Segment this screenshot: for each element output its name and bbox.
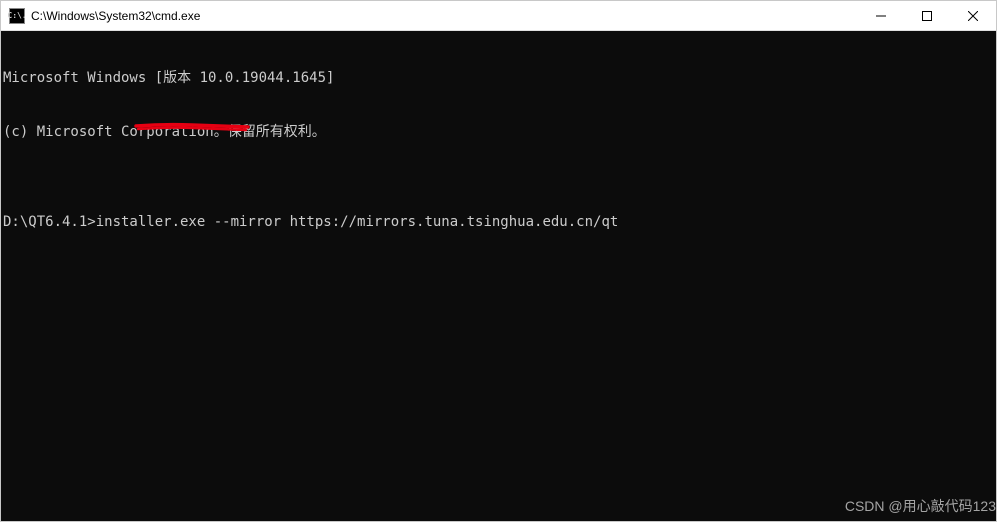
terminal-command: installer.exe --mirror https://mirrors.t… <box>96 214 619 230</box>
cmd-icon: C:\. <box>9 8 25 24</box>
terminal-prompt: D:\QT6.4.1> <box>3 214 96 230</box>
close-icon <box>968 11 978 21</box>
minimize-icon <box>876 11 886 21</box>
window-title: C:\Windows\System32\cmd.exe <box>31 9 200 23</box>
maximize-button[interactable] <box>904 1 950 30</box>
titlebar[interactable]: C:\. C:\Windows\System32\cmd.exe <box>1 1 996 31</box>
terminal-line-copyright: (c) Microsoft Corporation。保留所有权利。 <box>3 123 996 141</box>
window-controls <box>858 1 996 30</box>
maximize-icon <box>922 11 932 21</box>
close-button[interactable] <box>950 1 996 30</box>
minimize-button[interactable] <box>858 1 904 30</box>
terminal-area[interactable]: Microsoft Windows [版本 10.0.19044.1645] (… <box>1 31 996 521</box>
red-underline-annotation <box>83 101 199 111</box>
terminal-line-version: Microsoft Windows [版本 10.0.19044.1645] <box>3 69 996 87</box>
titlebar-left: C:\. C:\Windows\System32\cmd.exe <box>1 8 200 24</box>
cmd-window: C:\. C:\Windows\System32\cmd.exe Microso… <box>0 0 997 522</box>
terminal-command-line: D:\QT6.4.1>installer.exe --mirror https:… <box>3 213 996 231</box>
